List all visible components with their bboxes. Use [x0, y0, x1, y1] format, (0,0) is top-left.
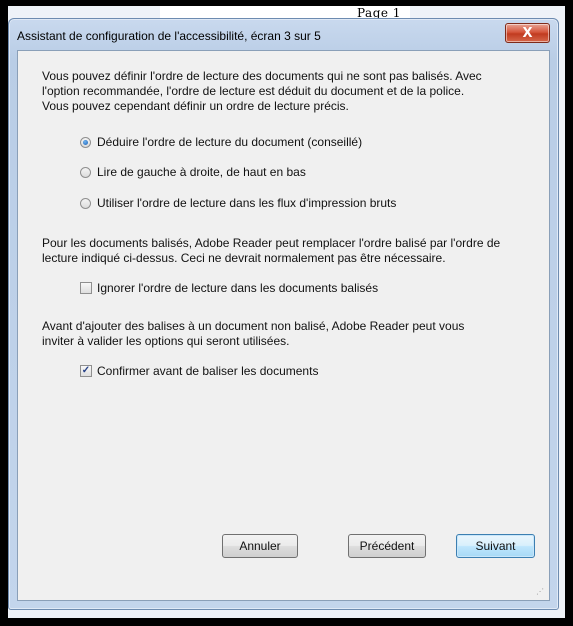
- dialog-body: Vous pouvez définir l'ordre de lecture d…: [17, 50, 550, 601]
- close-button[interactable]: X: [505, 23, 550, 43]
- confirm-before-tagging-checkbox[interactable]: ✓ Confirmer avant de baliser les documen…: [80, 364, 318, 378]
- resize-grip-icon[interactable]: ⋰: [536, 587, 546, 597]
- radio-label: Déduire l'ordre de lecture du document (…: [97, 135, 363, 149]
- close-icon: X: [522, 25, 533, 41]
- radio-unselected-icon[interactable]: [80, 166, 91, 178]
- accessibility-wizard-dialog: Assistant de configuration de l'accessib…: [8, 18, 559, 610]
- intro-line: l'option recommandée, l'ordre de lecture…: [42, 84, 465, 98]
- radio-selected-icon[interactable]: [80, 136, 91, 148]
- radio-option-deduce[interactable]: Déduire l'ordre de lecture du document (…: [80, 135, 362, 149]
- untagged-line: Avant d'ajouter des balises à un documen…: [42, 319, 465, 333]
- tagged-line: lecture indiqué ci-dessus. Ceci ne devra…: [42, 251, 446, 265]
- radio-label: Utiliser l'ordre de lecture dans les flu…: [97, 196, 397, 210]
- intro-text: Vous pouvez définir l'ordre de lecture d…: [42, 69, 482, 114]
- checkbox-label: Confirmer avant de baliser les documents: [97, 364, 319, 378]
- intro-line: Vous pouvez définir l'ordre de lecture d…: [42, 69, 482, 83]
- ignore-tagged-order-checkbox[interactable]: Ignorer l'ordre de lecture dans les docu…: [80, 281, 378, 295]
- next-button[interactable]: Suivant: [456, 534, 535, 558]
- untagged-documents-text: Avant d'ajouter des balises à un documen…: [42, 319, 464, 349]
- previous-button[interactable]: Précédent: [348, 534, 426, 558]
- radio-option-raw-print-stream[interactable]: Utiliser l'ordre de lecture dans les flu…: [80, 196, 396, 210]
- checkbox-unchecked-icon[interactable]: [80, 282, 92, 294]
- intro-line: Vous pouvez cependant définir un ordre d…: [42, 99, 349, 113]
- checkbox-checked-icon[interactable]: ✓: [80, 365, 92, 377]
- tagged-documents-text: Pour les documents balisés, Adobe Reader…: [42, 236, 500, 266]
- untagged-line: inviter à valider les options qui seront…: [42, 334, 290, 348]
- checkbox-label: Ignorer l'ordre de lecture dans les docu…: [97, 281, 379, 295]
- dialog-title: Assistant de configuration de l'accessib…: [17, 29, 321, 43]
- cancel-button[interactable]: Annuler: [222, 534, 298, 558]
- radio-unselected-icon[interactable]: [80, 197, 91, 209]
- tagged-line: Pour les documents balisés, Adobe Reader…: [42, 236, 501, 250]
- radio-option-left-right[interactable]: Lire de gauche à droite, de haut en bas: [80, 165, 306, 179]
- radio-label: Lire de gauche à droite, de haut en bas: [97, 165, 306, 179]
